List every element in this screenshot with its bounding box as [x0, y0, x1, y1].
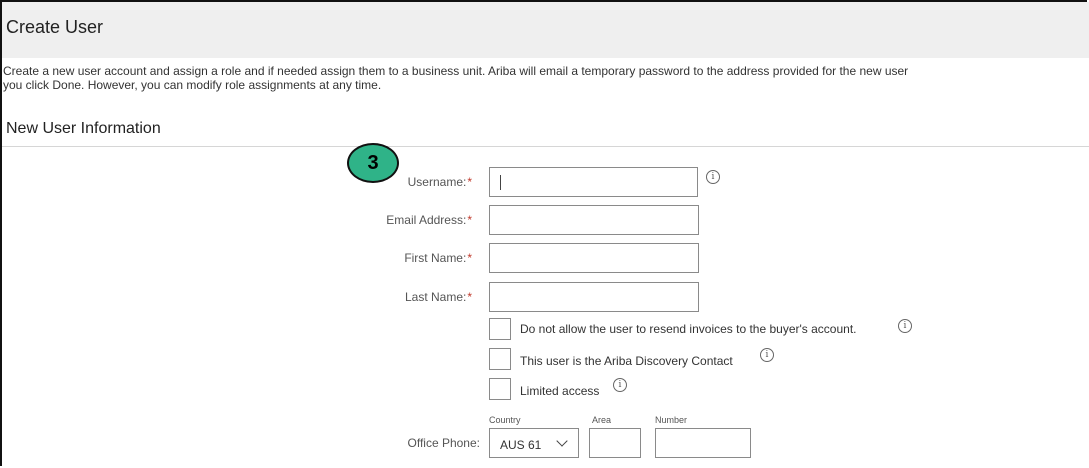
username-label-text: Username: — [407, 175, 467, 189]
country-value: AUS 61 — [500, 438, 542, 452]
resend-invoices-label: Do not allow the user to resend invoices… — [520, 322, 857, 336]
email-field[interactable] — [489, 205, 699, 235]
number-header: Number — [655, 415, 688, 425]
email-label: Email Address:* — [272, 213, 472, 227]
first-name-field[interactable] — [489, 243, 699, 273]
text-caret — [500, 175, 501, 190]
required-mark: * — [467, 251, 472, 265]
discovery-contact-label: This user is the Ariba Discovery Contact — [520, 354, 733, 368]
first-name-label: First Name:* — [272, 251, 472, 265]
page-title: Create User — [6, 17, 104, 37]
area-field[interactable] — [589, 428, 641, 458]
number-field[interactable] — [655, 428, 751, 458]
last-name-label: Last Name:* — [272, 290, 472, 304]
section-title: New User Information — [6, 120, 161, 137]
last-name-field[interactable] — [489, 282, 699, 312]
info-icon[interactable]: i — [760, 348, 774, 362]
chevron-down-icon — [556, 435, 568, 447]
email-label-text: Email Address: — [386, 213, 467, 227]
required-mark: * — [467, 175, 472, 189]
section-divider — [2, 146, 1089, 147]
resend-invoices-checkbox[interactable] — [489, 318, 511, 340]
required-mark: * — [467, 290, 472, 304]
first-name-label-text: First Name: — [404, 251, 467, 265]
page-header: Create User — [2, 2, 1089, 58]
office-phone-label: Office Phone: — [407, 436, 481, 450]
limited-access-label: Limited access — [520, 384, 600, 398]
info-icon[interactable]: i — [898, 319, 912, 333]
area-header: Area — [592, 415, 612, 425]
country-header: Country — [489, 415, 521, 425]
description-line-2: you click Done. However, you can modify … — [3, 78, 382, 92]
limited-access-checkbox[interactable] — [489, 378, 511, 400]
page-description: Create a new user account and assign a r… — [3, 64, 1089, 92]
last-name-label-text: Last Name: — [404, 290, 467, 304]
required-mark: * — [467, 213, 472, 227]
username-label: Username:* — [272, 175, 472, 189]
country-select[interactable]: AUS 61 — [489, 428, 579, 458]
description-line-1: Create a new user account and assign a r… — [3, 64, 909, 78]
info-icon[interactable]: i — [706, 170, 720, 184]
username-input[interactable] — [489, 167, 698, 197]
discovery-contact-checkbox[interactable] — [489, 348, 511, 370]
info-icon[interactable]: i — [613, 378, 627, 392]
